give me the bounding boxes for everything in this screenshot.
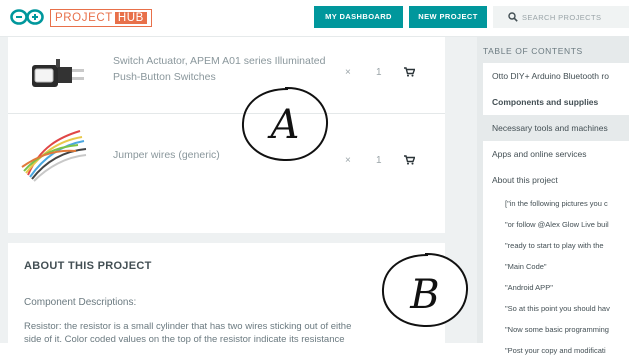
toc-list: Otto DIY+ Arduino Bluetooth ro Component… [483, 63, 629, 361]
part-name[interactable]: Switch Actuator, APEM A01 series Illumin… [113, 53, 343, 85]
toc-item-apps[interactable]: Apps and online services [483, 141, 629, 167]
times-symbol: × [345, 67, 351, 78]
description-text: Resistor: the resistor is a small cylind… [24, 320, 409, 346]
cart-icon[interactable] [404, 155, 415, 165]
section-subtitle: Component Descriptions: [24, 297, 137, 308]
part-quantity: 1 [376, 155, 382, 166]
toc-subitem[interactable]: "Android APP" [483, 277, 629, 298]
cart-icon[interactable] [404, 67, 415, 77]
description-line: Resistor: the resistor is a small cylind… [24, 321, 352, 332]
components-card: Switch Actuator, APEM A01 series Illumin… [8, 37, 445, 233]
new-project-button[interactable]: NEW PROJECT [409, 6, 487, 28]
search-box[interactable] [493, 6, 629, 28]
list-item: Switch Actuator, APEM A01 series Illumin… [8, 37, 445, 114]
push-button-switch-image [32, 59, 84, 87]
annotation-b-label: B [409, 272, 439, 318]
annotation-b: B [378, 250, 472, 330]
description-line: side of it. Color coded values on the to… [24, 334, 345, 345]
toc-item-components[interactable]: Components and supplies [483, 89, 629, 115]
toc-subitem[interactable]: "Now some basic programming [483, 319, 629, 340]
toc-subitem[interactable]: "ready to start to play with the [483, 235, 629, 256]
jumper-wires-image [21, 130, 87, 182]
annotation-a: A [238, 84, 332, 164]
project-hub-logo[interactable]: PROJECT HUB [50, 9, 152, 27]
toc-subitem[interactable]: "or follow @Alex Glow Live buil [483, 214, 629, 235]
table-of-contents: TABLE OF CONTENTS Otto DIY+ Arduino Blue… [477, 37, 629, 361]
toc-title: TABLE OF CONTENTS [483, 46, 583, 56]
toc-subitem[interactable]: "Post your copy and modificati [483, 340, 629, 361]
toc-subitem[interactable]: ["in the following pictures you c [483, 193, 629, 214]
toc-item-project-title[interactable]: Otto DIY+ Arduino Bluetooth ro [483, 63, 629, 89]
arduino-logo-icon[interactable] [10, 8, 44, 26]
search-icon [508, 12, 518, 22]
my-dashboard-button[interactable]: MY DASHBOARD [314, 6, 403, 28]
toc-subitem[interactable]: "So at this point you should hav [483, 298, 629, 319]
top-bar: PROJECT HUB MY DASHBOARD NEW PROJECT [0, 0, 629, 37]
toc-item-about[interactable]: About this project [483, 167, 629, 193]
list-item: Jumper wires (generic) × 1 [8, 117, 445, 193]
times-symbol: × [345, 155, 351, 166]
toc-subitem[interactable]: "Main Code" [483, 256, 629, 277]
section-title: ABOUT THIS PROJECT [24, 260, 152, 272]
annotation-a-label: A [267, 102, 300, 148]
part-quantity: 1 [376, 67, 382, 78]
toc-item-tools[interactable]: Necessary tools and machines [483, 115, 629, 141]
search-input[interactable] [522, 6, 622, 28]
